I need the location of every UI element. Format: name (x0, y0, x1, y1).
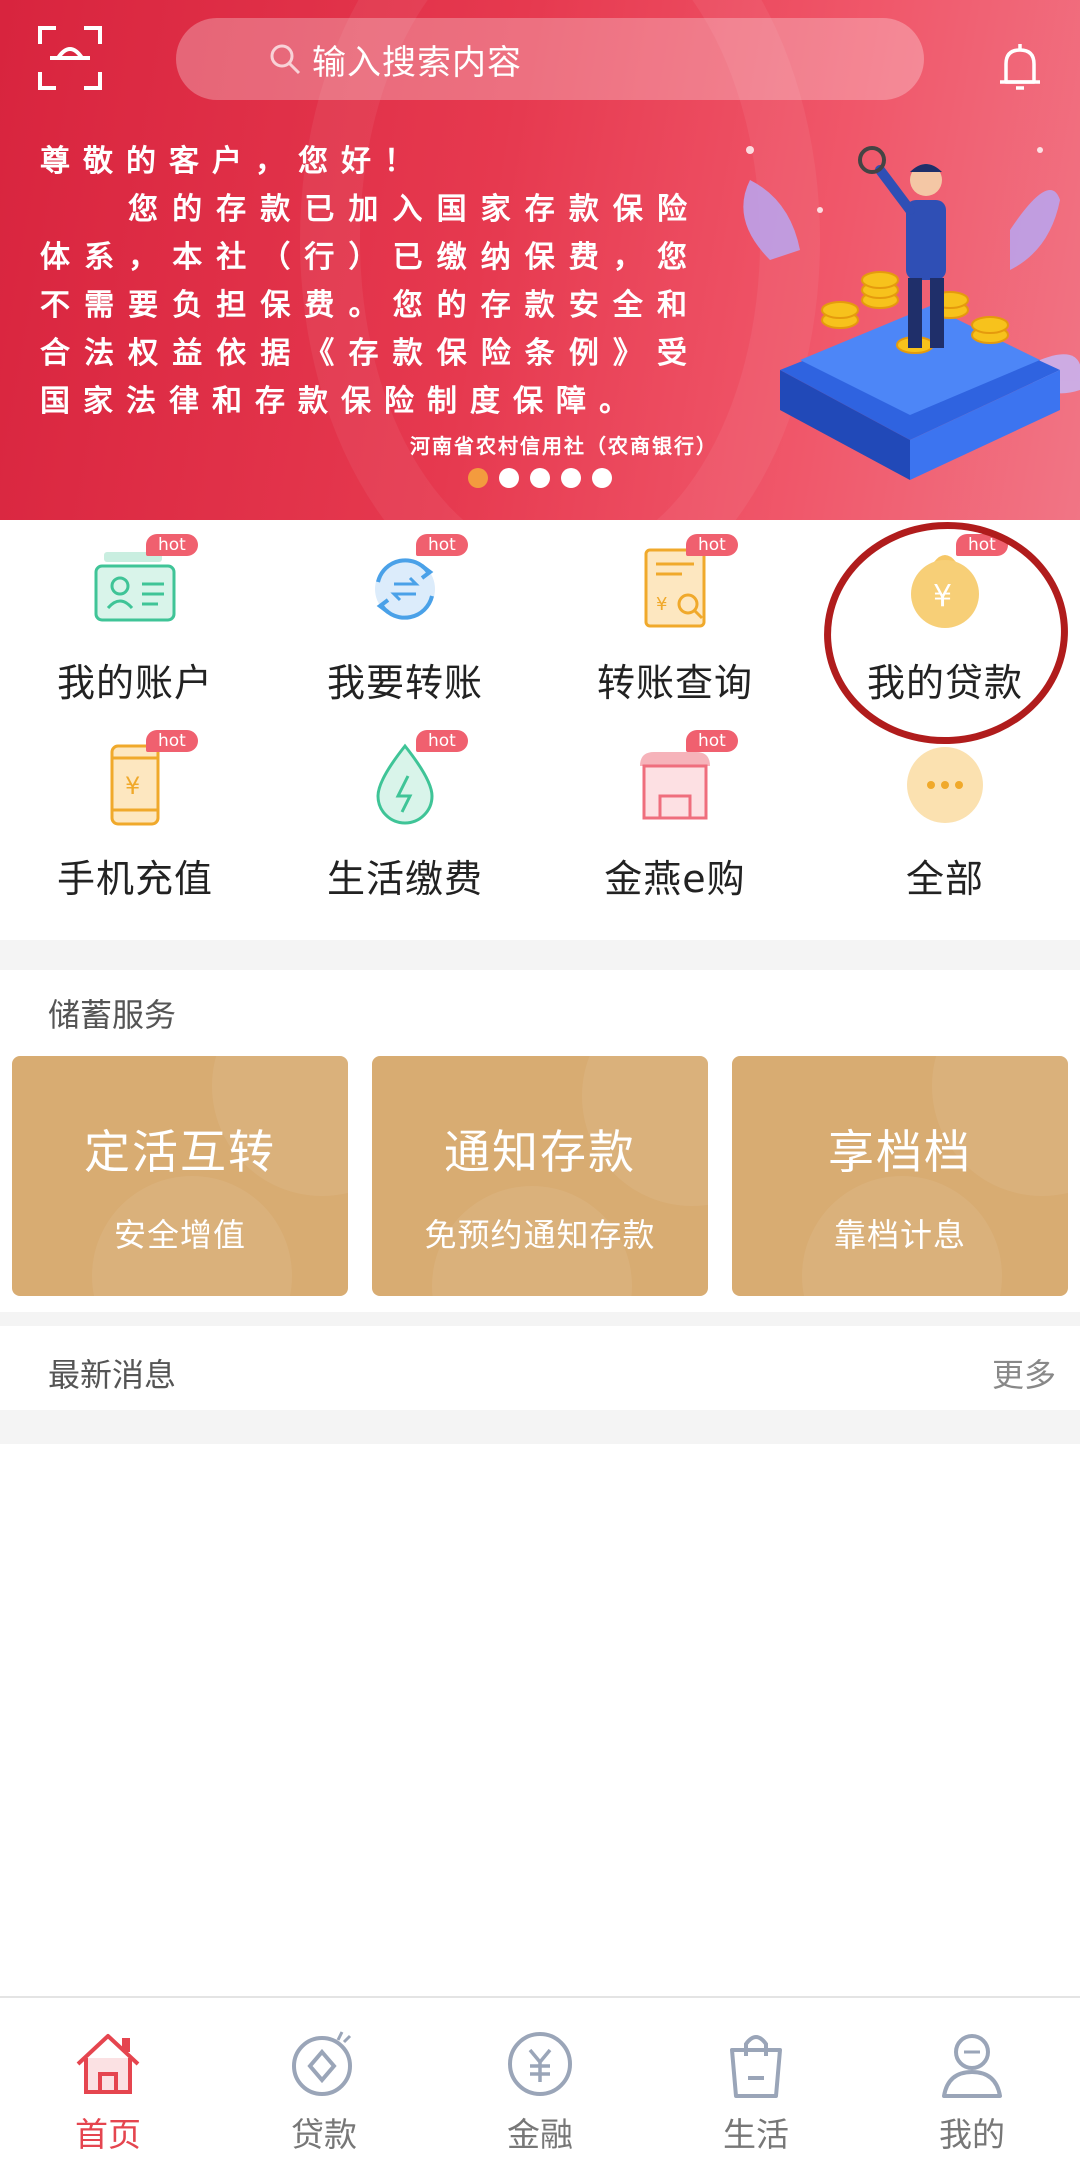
banner-illustration (743, 146, 1080, 480)
savings-card-notice-deposit[interactable]: 通知存款 免预约通知存款 (372, 1056, 708, 1296)
card-title: 定活互转 (84, 1125, 276, 1179)
savings-section-title: 储蓄服务 (48, 996, 177, 1034)
water-drop-icon (376, 743, 434, 825)
carousel-dot (468, 468, 488, 488)
quick-action-label: 转账查询 (596, 661, 753, 705)
notice-body: 您的存款已加入国家存款保险体系，本社（行）已缴纳保费，您不需要负担保费。您的存款… (40, 192, 700, 419)
promo-banner[interactable]: 输入搜索内容 尊敬的客户，您好！ 您的存款已加入国家存款保险体系，本社（行）已缴… (0, 0, 1080, 520)
card-subtitle: 安全增值 (113, 1216, 246, 1254)
shopping-bag-icon (730, 2035, 782, 2098)
icon-wrap: ¥ hot (90, 730, 198, 830)
savings-card-tiered[interactable]: 享档档 靠档计息 (732, 1056, 1068, 1296)
tab-home[interactable]: 首页 (0, 1998, 216, 2164)
icon-wrap: hot (360, 534, 468, 634)
bottom-tab-bar: 首页 贷款 金融 生活 我的 (0, 1996, 1080, 2164)
quick-action-jinyan-shop[interactable]: hot 金燕e购 (540, 716, 810, 912)
card-title: 享档档 (828, 1125, 972, 1179)
quick-action-phone-recharge[interactable]: ¥ hot 手机充值 (0, 716, 270, 912)
bell-icon (1000, 44, 1040, 90)
icon-wrap (900, 740, 990, 830)
tab-label: 我的 (939, 2115, 1005, 2154)
quick-action-transfer-query[interactable]: ¥ hot 转账查询 (540, 520, 810, 716)
notice-greeting: 尊敬的客户，您好！ (40, 144, 427, 179)
tab-mine[interactable]: 我的 (864, 1998, 1080, 2164)
home-icon (76, 2034, 140, 2094)
search-bar[interactable]: 输入搜索内容 (176, 18, 924, 100)
icon-wrap: ¥ hot (630, 534, 738, 634)
finance-yen-icon (508, 2032, 572, 2096)
receipt-search-icon: ¥ (644, 548, 706, 628)
hot-badge: hot (686, 730, 738, 752)
scan-button[interactable] (36, 24, 104, 92)
quick-action-label: 全部 (905, 857, 984, 901)
card-subtitle: 靠档计息 (833, 1216, 966, 1254)
search-placeholder: 输入搜索内容 (312, 42, 522, 83)
phone-recharge-icon: ¥ (110, 744, 160, 826)
icon-wrap: hot (360, 730, 468, 830)
user-icon (942, 2034, 1002, 2098)
hot-badge: hot (416, 730, 468, 752)
section-divider (0, 940, 1080, 970)
svg-text:¥: ¥ (656, 594, 667, 615)
hot-badge: hot (686, 534, 738, 556)
savings-card-demand-fixed[interactable]: 定活互转 安全增值 (12, 1056, 348, 1296)
hot-badge: hot (416, 534, 468, 556)
svg-text:¥: ¥ (125, 772, 140, 800)
tab-label: 贷款 (291, 2115, 357, 2154)
search-icon (270, 44, 301, 75)
notification-button[interactable] (996, 40, 1044, 96)
section-divider (0, 1410, 1080, 1444)
tab-loan[interactable]: 贷款 (216, 1998, 432, 2164)
carousel-dot (530, 468, 550, 488)
icon-wrap: hot (630, 730, 738, 830)
quick-action-label: 金燕e购 (604, 857, 746, 901)
carousel-dot (592, 468, 612, 488)
icon-wrap: hot (90, 534, 198, 634)
deposit-insurance-notice: 尊敬的客户，您好！ 您的存款已加入国家存款保险体系，本社（行）已缴纳保费，您不需… (40, 138, 700, 426)
scan-icon (38, 26, 102, 90)
tab-label: 首页 (75, 2115, 141, 2154)
carousel-indicator (468, 468, 612, 488)
tab-life[interactable]: 生活 (648, 1998, 864, 2164)
quick-action-my-account[interactable]: hot 我的账户 (0, 520, 270, 716)
hot-badge: hot (146, 534, 198, 556)
tab-label: 金融 (507, 2115, 573, 2154)
news-section-title: 最新消息 (48, 1356, 177, 1394)
card-title: 通知存款 (444, 1125, 636, 1179)
id-card-icon (94, 552, 176, 622)
quick-action-label: 我要转账 (326, 661, 483, 705)
quick-action-label: 手机充值 (56, 857, 213, 901)
quick-action-transfer[interactable]: hot 我要转账 (270, 520, 540, 716)
quick-action-label: 生活缴费 (326, 857, 483, 901)
transfer-icon (375, 558, 435, 620)
carousel-dot (499, 468, 519, 488)
quick-action-utility-payment[interactable]: hot 生活缴费 (270, 716, 540, 912)
news-more-link[interactable]: 更多 (992, 1350, 1056, 1396)
more-dots-icon (907, 747, 983, 823)
notice-signature: 河南省农村信用社（农商银行） (410, 434, 718, 458)
tab-label: 生活 (723, 2115, 789, 2154)
shop-icon (640, 752, 710, 820)
card-subtitle: 免预约通知存款 (424, 1216, 656, 1254)
quick-action-all[interactable]: 全部 (810, 716, 1080, 912)
quick-action-label: 我的账户 (56, 661, 213, 705)
loan-icon (292, 2031, 352, 2096)
hot-badge: hot (146, 730, 198, 752)
carousel-dot (561, 468, 581, 488)
tab-finance[interactable]: 金融 (432, 1998, 648, 2164)
section-divider (0, 1312, 1080, 1326)
